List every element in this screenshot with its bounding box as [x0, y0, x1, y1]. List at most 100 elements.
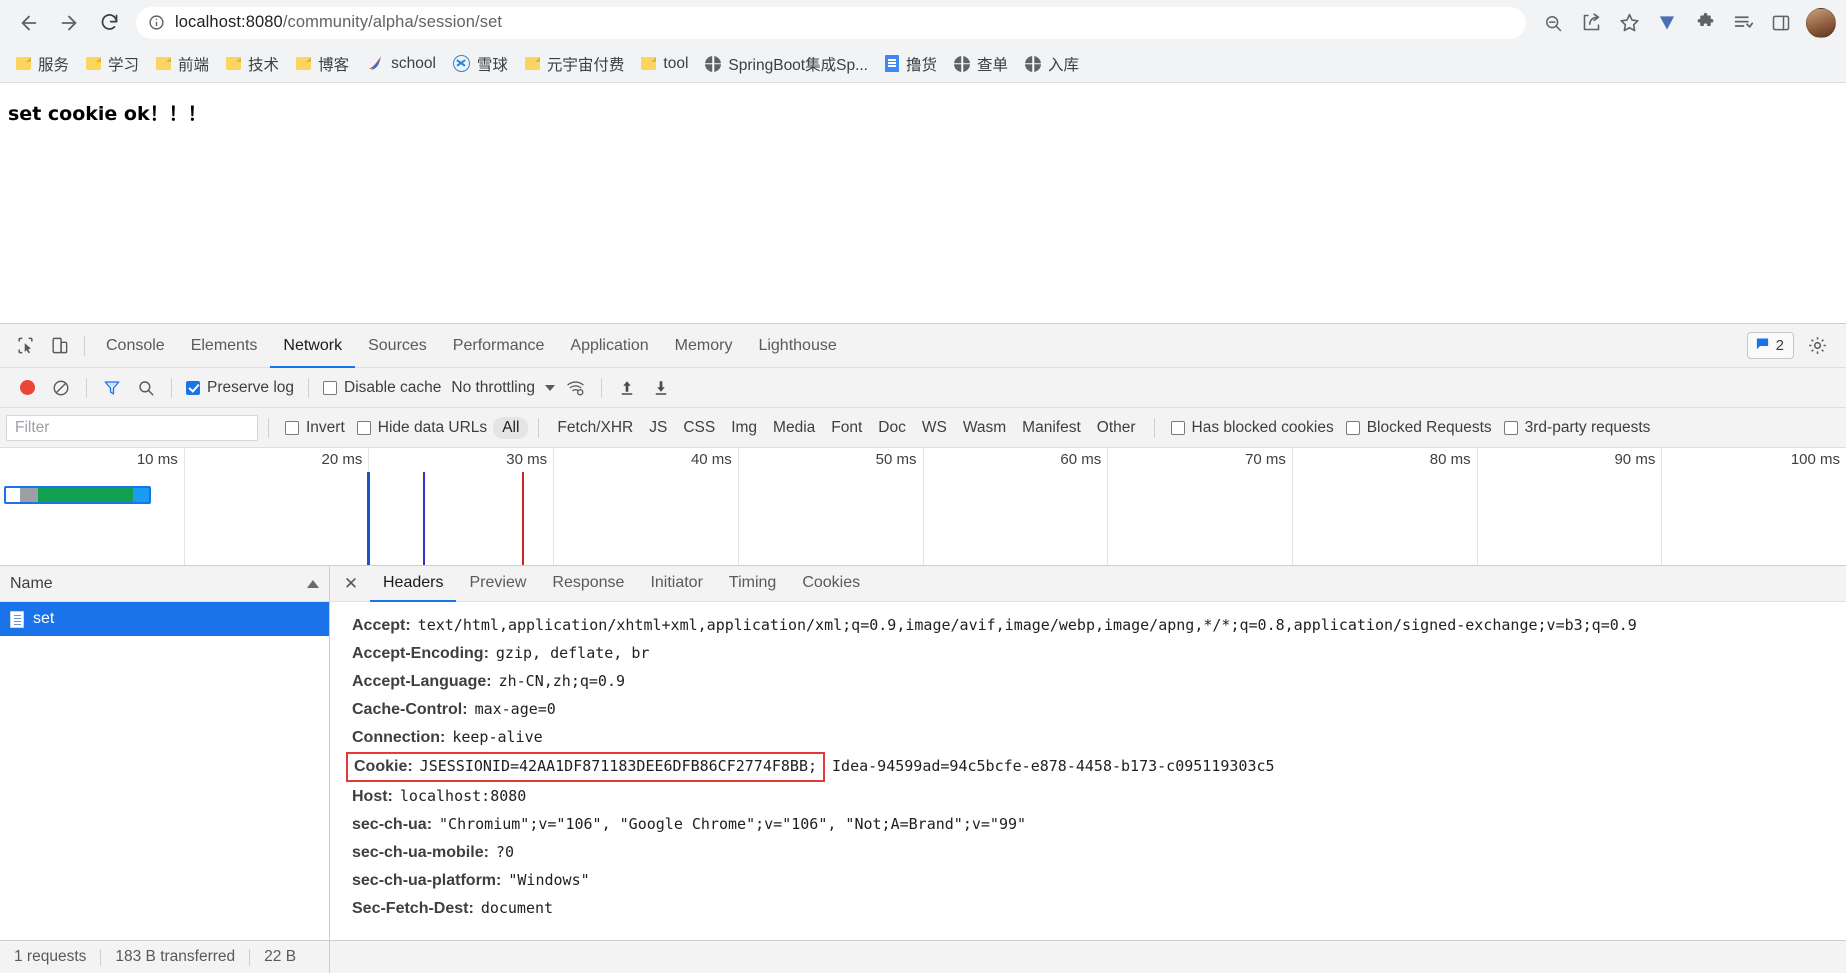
- device-toolbar-icon[interactable]: [42, 329, 76, 363]
- filter-type-all[interactable]: All: [493, 416, 529, 439]
- filter-input[interactable]: Filter: [6, 414, 258, 441]
- forward-button[interactable]: [50, 4, 88, 42]
- header-row: Sec-Fetch-Dest: document: [352, 895, 1846, 923]
- bookmark-item[interactable]: 学习: [78, 49, 147, 79]
- bookmark-item[interactable]: 撸货: [877, 49, 945, 79]
- detail-tab-initiator[interactable]: Initiator: [637, 566, 715, 602]
- folder-icon: [86, 57, 102, 70]
- header-name: Cookie:: [354, 758, 413, 775]
- filter-type-img[interactable]: Img: [723, 419, 765, 437]
- detail-tab-cookies[interactable]: Cookies: [789, 566, 873, 602]
- throttling-dropdown[interactable]: No throttling: [447, 379, 559, 397]
- bookmark-item[interactable]: school: [358, 51, 444, 77]
- clear-button[interactable]: [44, 371, 78, 405]
- filter-type-ws[interactable]: WS: [914, 419, 955, 437]
- export-har-icon[interactable]: [644, 371, 678, 405]
- header-row: sec-ch-ua-platform: "Windows": [352, 867, 1846, 895]
- bookmark-item[interactable]: 入库: [1017, 49, 1087, 79]
- request-list-header[interactable]: Name: [0, 566, 329, 602]
- record-button[interactable]: [10, 371, 44, 405]
- detail-tab-preview[interactable]: Preview: [456, 566, 539, 602]
- zoom-out-icon[interactable]: [1536, 6, 1570, 40]
- hide-data-urls-label: Hide data URLs: [377, 418, 488, 436]
- side-panel-icon[interactable]: [1764, 6, 1798, 40]
- detail-tab-timing[interactable]: Timing: [716, 566, 789, 602]
- checkbox-box: [356, 420, 371, 435]
- close-icon[interactable]: ✕: [338, 571, 364, 597]
- tab-elements[interactable]: Elements: [178, 324, 271, 368]
- bookmark-item[interactable]: 元宇宙付费: [517, 49, 633, 79]
- hide-data-urls-checkbox[interactable]: Hide data URLs: [351, 419, 493, 437]
- tab-application[interactable]: Application: [557, 324, 661, 368]
- filter-type-css[interactable]: CSS: [675, 419, 723, 437]
- status-left-group: 1 requests 183 B transferred 22 B: [0, 941, 330, 973]
- invert-label: Invert: [306, 418, 345, 436]
- timeline-grid: 10 ms 20 ms 30 ms 40 ms 50 ms 60 ms 70 m…: [0, 448, 1846, 565]
- has-blocked-cookies-checkbox[interactable]: Has blocked cookies: [1165, 419, 1340, 437]
- disable-cache-checkbox[interactable]: Disable cache: [317, 379, 447, 397]
- extensions-puzzle-icon[interactable]: [1688, 6, 1722, 40]
- third-party-requests-checkbox[interactable]: 3rd-party requests: [1498, 419, 1657, 437]
- bookmark-item[interactable]: 服务: [8, 49, 77, 79]
- detail-tab-response[interactable]: Response: [539, 566, 637, 602]
- tab-network[interactable]: Network: [270, 324, 356, 368]
- load-marker: [522, 472, 525, 565]
- timeline-tick-label: 60 ms: [1060, 451, 1102, 468]
- header-name: Sec-Fetch-Dest:: [352, 900, 474, 917]
- reading-list-icon[interactable]: [1726, 6, 1760, 40]
- chevron-down-icon: [544, 384, 555, 391]
- reload-button[interactable]: [90, 4, 128, 42]
- folder-icon: [16, 57, 31, 70]
- bookmark-item[interactable]: tool: [633, 51, 696, 77]
- timeline-cell: 70 ms: [1108, 448, 1293, 565]
- network-split: Name set ✕ Headers Preview Response Init…: [0, 566, 1846, 940]
- filter-type-fetch-xhr[interactable]: Fetch/XHR: [549, 419, 641, 437]
- timeline-cell: 30 ms: [369, 448, 555, 565]
- inspect-element-icon[interactable]: [8, 329, 42, 363]
- divider: [86, 377, 87, 398]
- filter-type-js[interactable]: JS: [641, 419, 675, 437]
- filter-type-manifest[interactable]: Manifest: [1014, 419, 1089, 437]
- header-row: Accept: text/html,application/xhtml+xml,…: [352, 612, 1846, 640]
- gear-icon[interactable]: [1800, 329, 1834, 363]
- filter-type-font[interactable]: Font: [823, 419, 870, 437]
- bookmark-star-icon[interactable]: [1612, 6, 1646, 40]
- bookmark-item[interactable]: 查单: [946, 49, 1016, 79]
- bookmark-item[interactable]: 技术: [218, 49, 287, 79]
- invert-checkbox[interactable]: Invert: [279, 419, 351, 437]
- sort-ascending-icon[interactable]: [307, 579, 319, 588]
- network-conditions-icon[interactable]: [559, 371, 593, 405]
- preserve-log-checkbox[interactable]: Preserve log: [180, 379, 300, 397]
- filter-type-wasm[interactable]: Wasm: [955, 419, 1014, 437]
- filter-type-media[interactable]: Media: [765, 419, 823, 437]
- blocked-requests-checkbox[interactable]: Blocked Requests: [1340, 419, 1498, 437]
- site-info-icon[interactable]: [148, 14, 165, 31]
- tab-lighthouse[interactable]: Lighthouse: [745, 324, 849, 368]
- bookmark-item[interactable]: 前端: [148, 49, 217, 79]
- filter-funnel-icon[interactable]: [95, 371, 129, 405]
- tab-console[interactable]: Console: [93, 324, 178, 368]
- filter-type-doc[interactable]: Doc: [870, 419, 914, 437]
- extension-vimium-icon[interactable]: [1650, 6, 1684, 40]
- header-row: Connection: keep-alive: [352, 724, 1846, 752]
- message-count-badge[interactable]: 2: [1746, 332, 1794, 359]
- back-button[interactable]: [10, 4, 48, 42]
- share-icon[interactable]: [1574, 6, 1608, 40]
- bookmark-item[interactable]: 雪球: [445, 49, 516, 79]
- tab-memory[interactable]: Memory: [662, 324, 746, 368]
- tab-sources[interactable]: Sources: [355, 324, 440, 368]
- bookmark-item[interactable]: SpringBoot集成Sp...: [697, 49, 876, 79]
- url-text: localhost:8080/community/alpha/session/s…: [175, 13, 503, 31]
- tab-performance[interactable]: Performance: [440, 324, 558, 368]
- filter-type-other[interactable]: Other: [1089, 419, 1144, 437]
- address-bar[interactable]: localhost:8080/community/alpha/session/s…: [136, 6, 1526, 39]
- import-har-icon[interactable]: [610, 371, 644, 405]
- divider: [538, 417, 540, 438]
- table-row[interactable]: set: [0, 602, 329, 636]
- network-overview-timeline[interactable]: 10 ms 20 ms 30 ms 40 ms 50 ms 60 ms 70 m…: [0, 448, 1846, 566]
- blocked-requests-label: Blocked Requests: [1366, 418, 1492, 436]
- bookmark-item[interactable]: 博客: [288, 49, 357, 79]
- detail-tab-headers[interactable]: Headers: [370, 566, 457, 602]
- profile-avatar[interactable]: [1806, 7, 1836, 38]
- search-icon[interactable]: [129, 371, 163, 405]
